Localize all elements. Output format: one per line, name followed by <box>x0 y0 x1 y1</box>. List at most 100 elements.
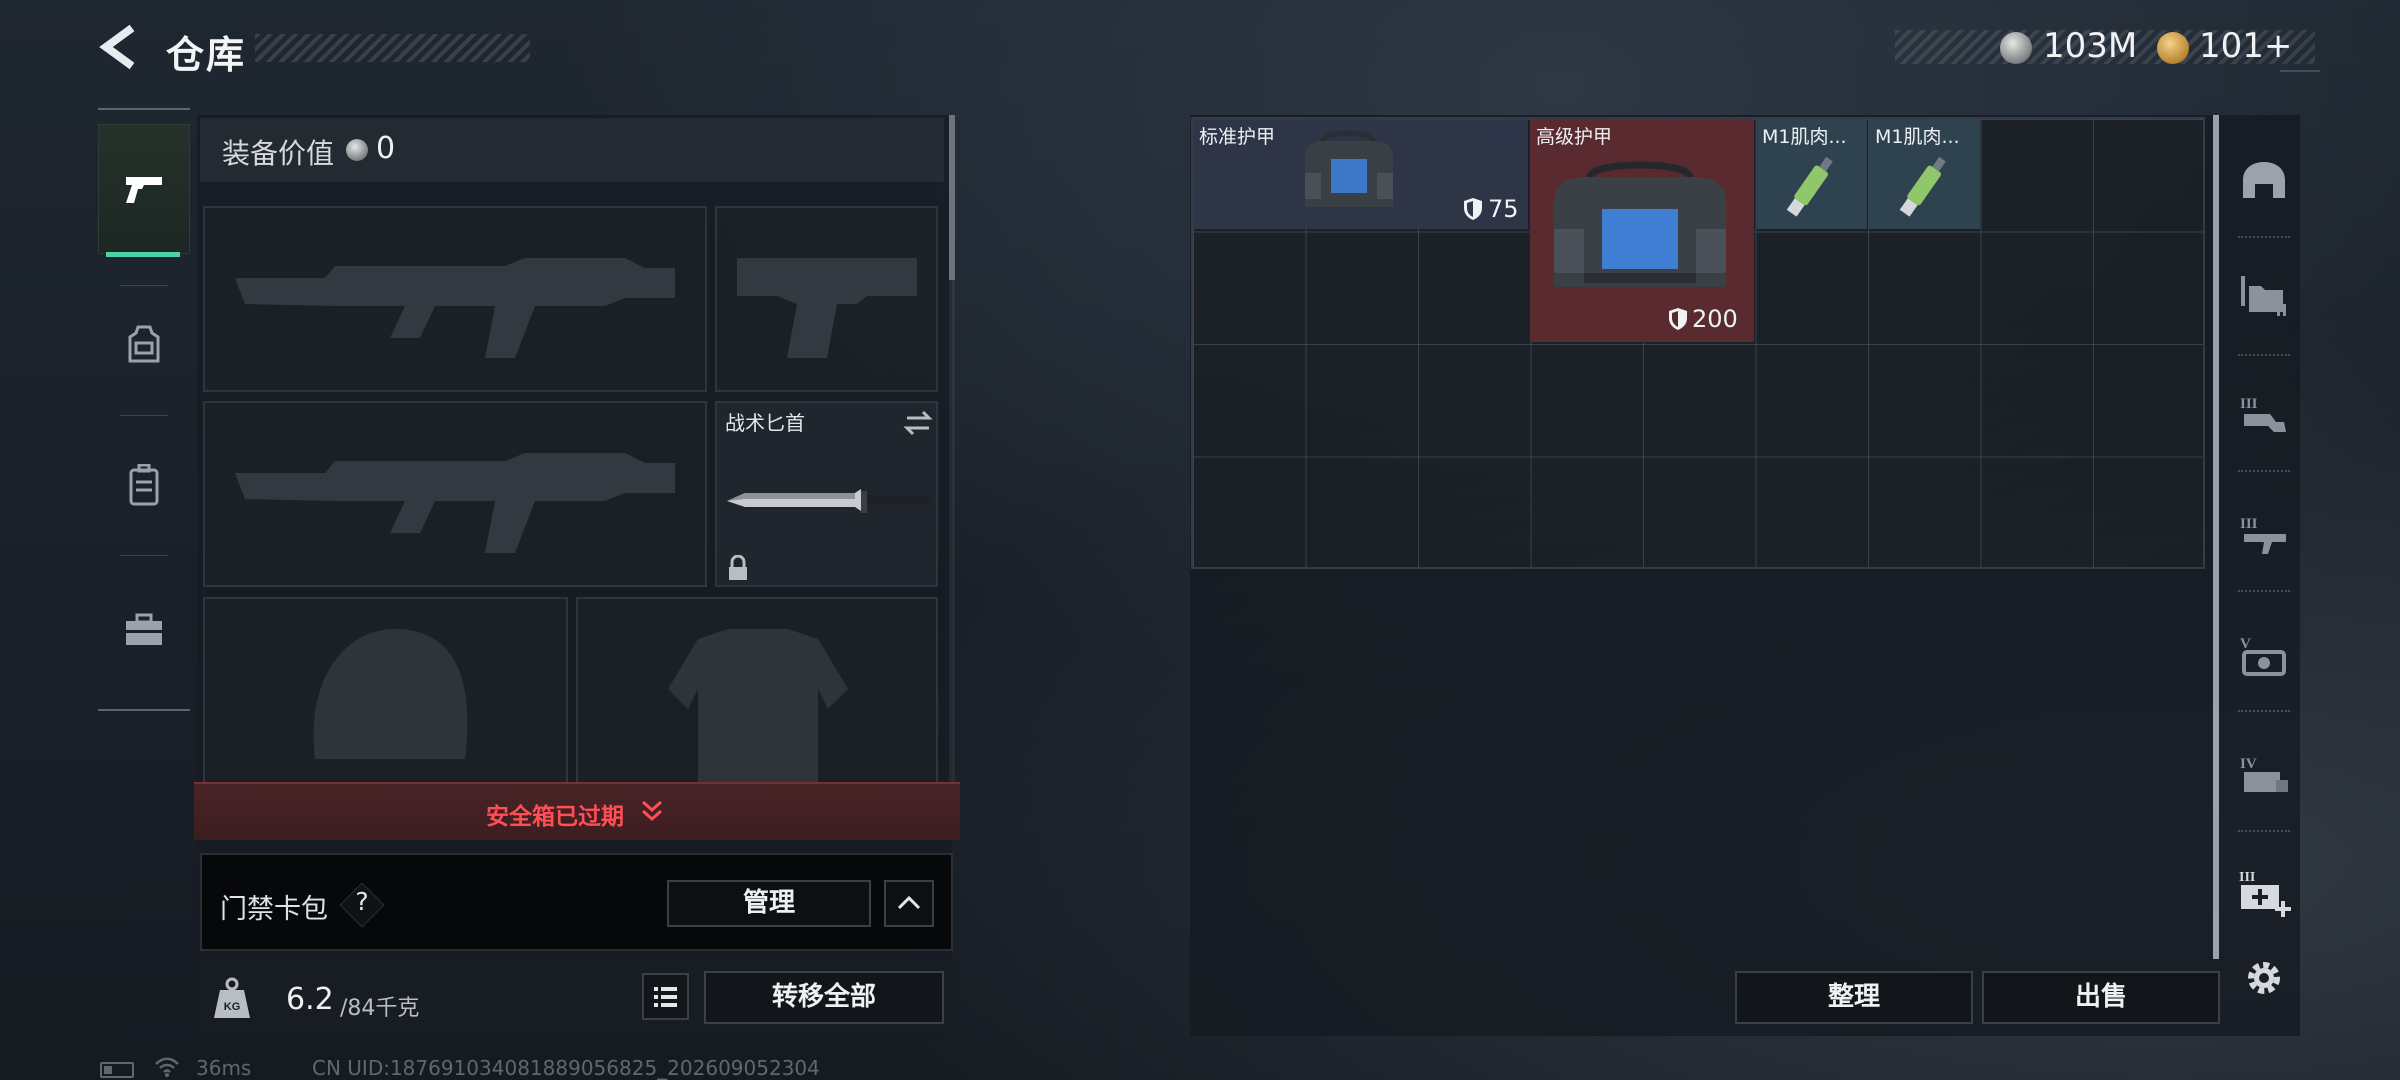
weight-kg-icon: KG <box>214 977 250 1018</box>
active-tab-indicator <box>106 252 180 257</box>
help-icon: ? <box>355 887 369 916</box>
wifi-icon <box>155 1057 179 1077</box>
helmet-silhouette-icon <box>313 629 468 759</box>
gear-vest-icon <box>128 325 160 363</box>
stash-tab-level5[interactable]: V <box>2228 615 2300 695</box>
tab-divider <box>2238 830 2290 832</box>
max-weight: /84千克 <box>340 996 420 1021</box>
item-name: 高级护甲 <box>1536 126 1613 148</box>
sell-button[interactable]: 出售 <box>1982 971 2220 1024</box>
knife-name: 战术匕首 <box>725 411 805 435</box>
armor-value: 75 <box>1488 195 1519 223</box>
keycard-wallet-label: 门禁卡包 <box>220 894 328 925</box>
ping-value: 36ms <box>196 1056 252 1080</box>
sort-button[interactable]: 整理 <box>1735 971 1973 1024</box>
injector-icon <box>1899 156 1946 217</box>
shield-icon <box>1464 198 1482 220</box>
equipment-value: 0 <box>376 131 396 166</box>
gold-coin-icon <box>2157 32 2189 64</box>
stash-tab-folder[interactable] <box>2228 256 2300 336</box>
stash-item-advanced-armor[interactable]: 高级护甲 200 <box>1530 119 1754 342</box>
double-chevron-down-icon <box>642 800 662 822</box>
armor-bag-icon <box>1305 131 1393 207</box>
pistol-silhouette-icon <box>737 258 917 358</box>
safebox-status-text: 安全箱已过期 <box>486 804 624 830</box>
helmet-tab-icon <box>2243 162 2285 198</box>
item-name: 标准护甲 <box>1199 126 1276 148</box>
svg-text:III: III <box>2239 870 2255 885</box>
injector-icon <box>1786 156 1833 217</box>
medkit-add-tab-icon: III <box>2239 870 2291 917</box>
category-tab-weapons[interactable] <box>98 124 190 254</box>
lock-icon <box>729 555 747 580</box>
svg-text:V: V <box>2240 636 2251 652</box>
category-divider-top <box>98 108 190 110</box>
tabbar-decoration <box>2280 70 2320 72</box>
melee-slot[interactable]: 战术匕首 <box>715 401 938 587</box>
stash-tab-helmet[interactable] <box>2228 140 2300 220</box>
chevron-up-icon <box>897 895 921 910</box>
gold-currency-value[interactable]: 101+ <box>2199 26 2292 66</box>
tab-divider <box>2238 470 2290 472</box>
list-icon <box>654 987 677 1007</box>
back-arrow-icon[interactable] <box>98 24 138 70</box>
stash-item-m1-injector[interactable]: M1肌肉... <box>1869 119 1980 229</box>
page-title: 仓库 <box>166 33 247 77</box>
category-divider <box>120 415 168 416</box>
item-name: M1肌肉... <box>1762 126 1847 148</box>
list-view-button[interactable] <box>642 973 689 1020</box>
transfer-all-button[interactable]: 转移全部 <box>704 971 944 1024</box>
level4-box-tab-icon: IV <box>2240 756 2288 792</box>
title-decoration <box>255 34 530 62</box>
stash-tab-level3-guns[interactable]: III <box>2228 495 2300 575</box>
helmet-slot[interactable] <box>203 597 568 797</box>
settings-gear-icon <box>2248 962 2280 994</box>
rifle-silhouette-icon <box>235 453 675 553</box>
level3-item-tab-icon: III <box>2240 396 2286 432</box>
battery-level <box>104 1066 112 1074</box>
manage-button[interactable]: 管理 <box>667 880 871 927</box>
equipment-scrollbar-thumb[interactable] <box>949 115 955 280</box>
pistol-slot[interactable] <box>715 206 938 392</box>
silver-coin-icon <box>346 139 368 161</box>
toolbox-icon <box>126 613 162 645</box>
silver-coin-icon <box>2000 32 2032 64</box>
category-tab-case[interactable] <box>98 565 190 695</box>
item-name: M1肌肉... <box>1875 126 1960 148</box>
stash-item-m1-injector[interactable]: M1肌肉... <box>1756 119 1867 229</box>
user-uid: CN UID:18769103408188905682​5_2026090523… <box>312 1056 820 1080</box>
level3-gun-tab-icon: III <box>2240 516 2286 554</box>
category-divider-bottom <box>98 709 190 711</box>
collapse-button[interactable] <box>884 880 934 927</box>
primary-weapon-slot-1[interactable] <box>203 206 707 392</box>
stash-scrollbar[interactable] <box>2213 115 2219 959</box>
primary-weapon-slot-2[interactable] <box>203 401 707 587</box>
tab-divider <box>2238 236 2290 238</box>
level5-gun-tab-icon: V <box>2240 636 2286 676</box>
stash-tab-level4[interactable]: IV <box>2228 735 2300 815</box>
stash-tab-add-medkit[interactable]: III <box>2228 852 2300 932</box>
stash-tab-level3-items[interactable]: III <box>2228 375 2300 455</box>
body-armor-slot[interactable] <box>576 597 938 797</box>
svg-text:KG: KG <box>224 1001 241 1013</box>
backpack-icon <box>129 464 159 506</box>
current-weight: 6.2 <box>286 982 334 1017</box>
category-tab-gear[interactable] <box>98 280 190 410</box>
armor-silhouette-icon <box>668 629 848 789</box>
pistol-icon <box>126 177 162 203</box>
tab-divider <box>2238 354 2290 356</box>
category-tab-backpack[interactable] <box>98 420 190 550</box>
tab-divider <box>2238 590 2290 592</box>
tab-divider <box>2238 710 2290 712</box>
svg-text:IV: IV <box>2240 756 2257 772</box>
armor-value: 200 <box>1692 305 1738 333</box>
equipment-value-label: 装备价值 <box>222 137 335 170</box>
tactical-knife-icon <box>727 489 931 513</box>
armor-bag-icon <box>1554 161 1726 287</box>
svg-text:III: III <box>2240 396 2258 412</box>
swap-icon[interactable] <box>903 409 933 437</box>
svg-text:III: III <box>2240 516 2258 532</box>
stash-item-standard-armor[interactable]: 标准护甲 75 <box>1193 119 1528 229</box>
settings-button[interactable] <box>2228 938 2300 1018</box>
silver-currency-value: 103M <box>2043 26 2138 66</box>
